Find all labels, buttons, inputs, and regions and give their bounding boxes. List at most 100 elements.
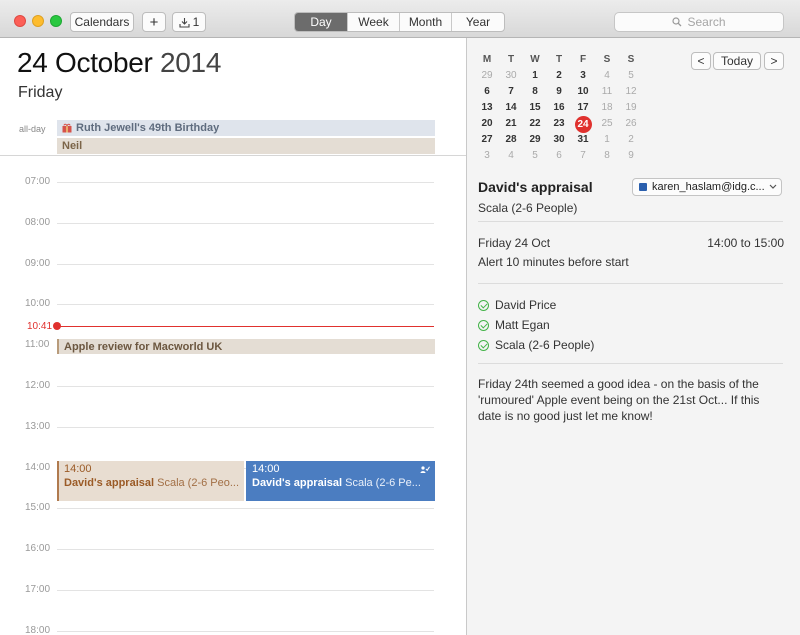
- mini-calendar-day[interactable]: 6: [475, 84, 499, 100]
- mini-calendar-day[interactable]: 12: [619, 84, 643, 100]
- mini-calendar-day[interactable]: 7: [571, 148, 595, 164]
- attendee-row[interactable]: Scala (2-6 People): [478, 338, 594, 352]
- mini-calendar-day[interactable]: 17: [571, 100, 595, 116]
- mini-calendar-day[interactable]: 23: [547, 116, 571, 132]
- mini-calendar-day[interactable]: 29: [523, 132, 547, 148]
- event-detail-location[interactable]: Scala (2-6 People): [478, 201, 577, 215]
- mini-calendar-day[interactable]: 13: [475, 100, 499, 116]
- mini-calendar-day[interactable]: 25: [595, 116, 619, 132]
- mini-calendar-today[interactable]: 24: [571, 116, 595, 133]
- minimize-window-button[interactable]: [32, 15, 44, 27]
- hour-line: [57, 427, 434, 428]
- event-notes[interactable]: Friday 24th seemed a good idea - on the …: [478, 376, 783, 424]
- mini-calendar-day[interactable]: 14: [499, 100, 523, 116]
- inbox-count: 1: [192, 15, 200, 29]
- mini-calendar-day[interactable]: 30: [547, 132, 571, 148]
- mini-calendar-day[interactable]: 1: [523, 68, 547, 84]
- close-window-button[interactable]: [14, 15, 26, 27]
- event-detail-time[interactable]: 14:00 to 15:00: [707, 236, 784, 250]
- mini-calendar-day[interactable]: 3: [475, 148, 499, 164]
- previous-day-button[interactable]: <: [691, 52, 711, 70]
- detail-divider: [478, 283, 783, 284]
- accepted-check-icon: [478, 299, 489, 311]
- hour-line: [57, 223, 434, 224]
- zoom-window-button[interactable]: [50, 15, 62, 27]
- mini-calendar-day[interactable]: 15: [523, 100, 547, 116]
- chevron-down-icon: [769, 184, 777, 189]
- search-input[interactable]: Search: [614, 12, 784, 32]
- hour-line: [57, 264, 434, 265]
- mini-calendar-day[interactable]: 30: [499, 68, 523, 84]
- inbox-button[interactable]: 1: [172, 12, 206, 32]
- mini-calendar-day[interactable]: 6: [547, 148, 571, 164]
- mini-calendar-day[interactable]: 8: [523, 84, 547, 100]
- hour-line: [57, 549, 434, 550]
- mini-calendar-day[interactable]: 19: [619, 100, 643, 116]
- tab-day[interactable]: Day: [295, 13, 348, 31]
- detail-pane: MTWTFSS 29 30 1 2 3 4 5 6 7 8 9 10 11 12 13 14 15 16 17 18 1…: [467, 38, 800, 635]
- mini-calendar-day[interactable]: 31: [571, 132, 595, 148]
- search-icon: [672, 17, 682, 27]
- mini-calendar-day[interactable]: 20: [475, 116, 499, 132]
- mini-calendar-day[interactable]: 1: [595, 132, 619, 148]
- attendee-row[interactable]: Matt Egan: [478, 318, 550, 332]
- mini-calendar-day[interactable]: 28: [499, 132, 523, 148]
- today-button[interactable]: Today: [713, 52, 761, 70]
- mini-calendar-day[interactable]: 9: [619, 148, 643, 164]
- gift-icon: [62, 123, 72, 133]
- event-detail-title[interactable]: David's appraisal: [478, 179, 593, 195]
- mini-calendar-day[interactable]: 10: [571, 84, 595, 100]
- detail-divider: [478, 363, 783, 364]
- tab-year[interactable]: Year: [452, 13, 504, 31]
- mini-calendar-day[interactable]: 16: [547, 100, 571, 116]
- accepted-check-icon: [478, 319, 489, 331]
- day-view: 24 October 2014 Friday all-day Ruth Jewe…: [0, 38, 466, 635]
- hour-label: 18:00: [25, 625, 51, 635]
- event-apple-review[interactable]: Apple review for Macworld UK: [57, 339, 435, 354]
- mini-calendar-day[interactable]: 18: [595, 100, 619, 116]
- allday-event-neil[interactable]: Neil: [57, 138, 435, 154]
- hour-label: 15:00: [25, 502, 51, 513]
- attendee-name: David Price: [495, 298, 557, 312]
- mini-calendar-day[interactable]: 5: [523, 148, 547, 164]
- attendee-row[interactable]: David Price: [478, 298, 556, 312]
- tab-week[interactable]: Week: [348, 13, 400, 31]
- mini-calendar-day[interactable]: 7: [499, 84, 523, 100]
- calendar-select[interactable]: karen_haslam@idg.c...: [632, 178, 782, 196]
- event-davids-appraisal-1[interactable]: 14:00 David's appraisal Scala (2-6 Peo..…: [57, 461, 244, 501]
- mini-calendar-day[interactable]: 4: [499, 148, 523, 164]
- event-apple-review-title: Apple review for Macworld UK: [64, 340, 223, 353]
- add-event-button[interactable]: +: [142, 12, 166, 32]
- mini-calendar-day[interactable]: 4: [595, 68, 619, 84]
- mini-calendar-days: 29 30 1 2 3 4 5 6 7 8 9 10 11 12 13 14 15 16 17 18 19 20 21 22 2…: [475, 68, 650, 164]
- mini-calendar-day[interactable]: 5: [619, 68, 643, 84]
- hour-label: 09:00: [25, 258, 51, 269]
- calendar-select-label: karen_haslam@idg.c...: [652, 181, 764, 193]
- mini-calendar-day[interactable]: 8: [595, 148, 619, 164]
- mini-calendar-day[interactable]: 11: [595, 84, 619, 100]
- mini-calendar-week: 6 7 8 9 10 11 12: [475, 84, 650, 100]
- allday-event-birthday[interactable]: Ruth Jewell's 49th Birthday: [57, 120, 435, 136]
- weekday-header: S: [603, 54, 611, 65]
- hour-label: 07:00: [25, 176, 51, 187]
- mini-calendar-day[interactable]: 27: [475, 132, 499, 148]
- event-davids-appraisal-2-selected[interactable]: 14:00 David's appraisal Scala (2-6 Pe...: [246, 461, 435, 501]
- next-day-button[interactable]: >: [764, 52, 784, 70]
- event-detail-alert[interactable]: Alert 10 minutes before start: [478, 255, 629, 269]
- mini-calendar-day[interactable]: 26: [619, 116, 643, 132]
- mini-calendar-day[interactable]: 2: [547, 68, 571, 84]
- event-detail-date[interactable]: Friday 24 Oct: [478, 236, 550, 250]
- mini-calendar-day[interactable]: 2: [619, 132, 643, 148]
- event-title: David's appraisal: [64, 477, 155, 489]
- all-day-divider: [0, 155, 466, 156]
- mini-calendar-day[interactable]: 21: [499, 116, 523, 132]
- hour-label: 10:00: [25, 298, 51, 309]
- mini-calendar-day[interactable]: 22: [523, 116, 547, 132]
- event-location: Scala (2-6 Peo...: [157, 477, 240, 489]
- mini-calendar-day[interactable]: 9: [547, 84, 571, 100]
- mini-calendar-day[interactable]: 29: [475, 68, 499, 84]
- calendars-button[interactable]: Calendars: [70, 12, 134, 32]
- mini-calendar-day[interactable]: 3: [571, 68, 595, 84]
- day-header-day-month: 24 October: [17, 47, 153, 78]
- tab-month[interactable]: Month: [400, 13, 452, 31]
